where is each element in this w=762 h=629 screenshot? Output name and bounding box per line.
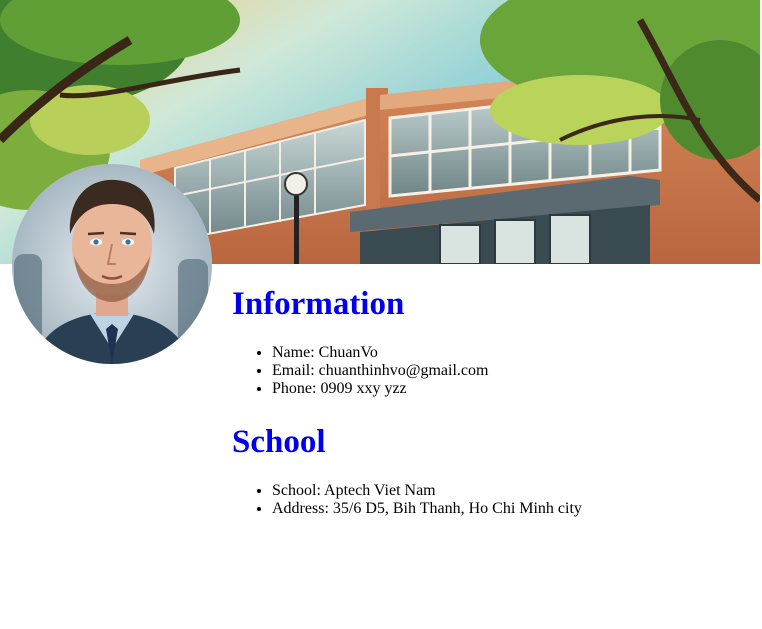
school-heading: School (232, 424, 326, 460)
information-list: Name: ChuanVo Email: chuanthinhvo@gmail.… (232, 344, 752, 398)
information-item-phone: Phone: 0909 xxy yzz (272, 380, 752, 398)
profile-page: Information Name: ChuanVo Email: chuanth… (0, 0, 762, 629)
school-item-address: Address: 35/6 D5, Bih Thanh, Ho Chi Minh… (272, 500, 752, 518)
profile-content: Information Name: ChuanVo Email: chuanth… (232, 282, 752, 540)
avatar (12, 164, 212, 364)
information-heading: Information (232, 286, 405, 322)
information-item-email: Email: chuanthinhvo@gmail.com (272, 362, 752, 380)
school-list: School: Aptech Viet Nam Address: 35/6 D5… (232, 482, 752, 518)
school-item-name: School: Aptech Viet Nam (272, 482, 752, 500)
information-item-name: Name: ChuanVo (272, 344, 752, 362)
